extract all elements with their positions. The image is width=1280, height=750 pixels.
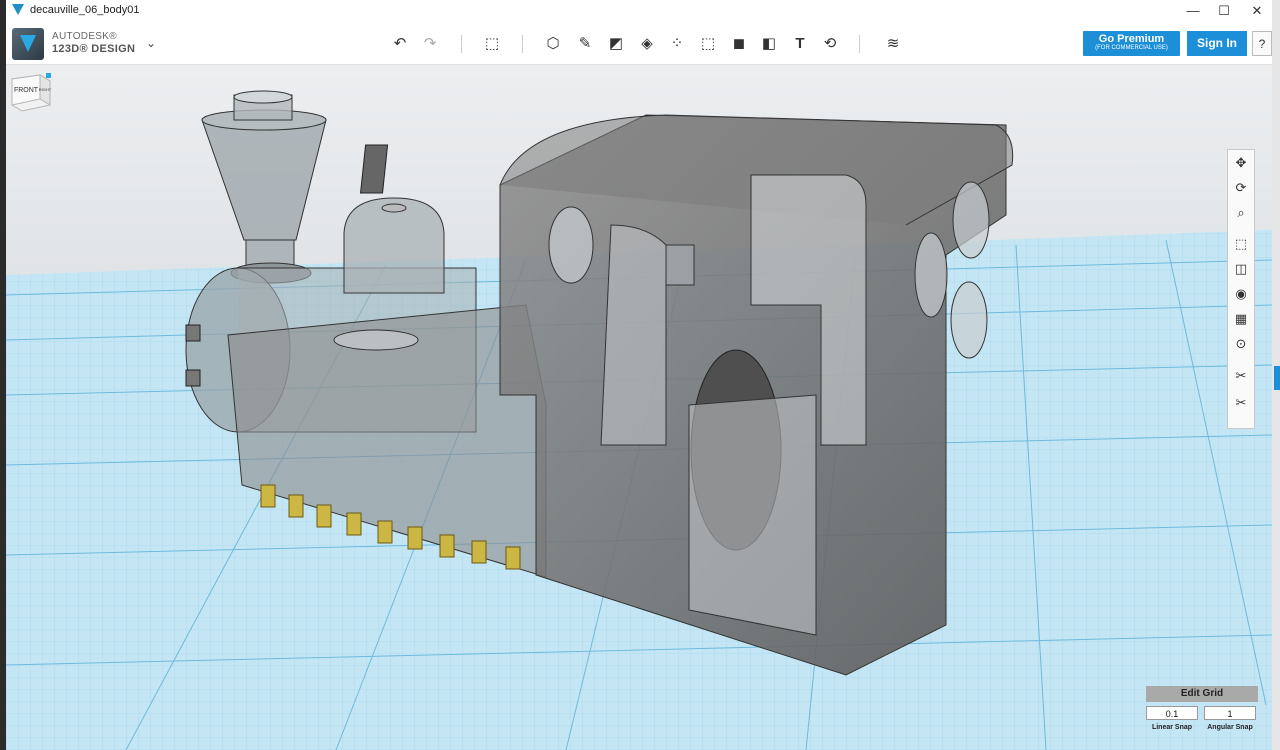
combine-tool-icon[interactable]: ◼ [728, 33, 750, 55]
text-tool-icon[interactable]: T [789, 33, 811, 55]
toolbar-separator [859, 35, 860, 53]
go-premium-button[interactable]: Go Premium (FOR COMMERCIAL USE) [1083, 31, 1180, 56]
help-button[interactable]: ? [1252, 31, 1272, 56]
angular-snap-label: Angular Snap [1207, 724, 1253, 731]
scene-canvas [6, 65, 1272, 750]
edit-grid-button[interactable]: Edit Grid [1146, 686, 1258, 702]
view-cube[interactable]: FRONT RIGHT [6, 65, 54, 113]
pattern-tool-icon[interactable]: ⁘ [666, 33, 688, 55]
toolbar-separator [522, 35, 523, 53]
angular-snap-input[interactable]: 1 [1204, 706, 1256, 720]
toolbar-separator [461, 35, 462, 53]
document-title: decauville_06_body01 [30, 4, 140, 16]
sign-in-button[interactable]: Sign In [1187, 31, 1247, 56]
app-logo[interactable] [12, 28, 44, 60]
undo-button[interactable]: ↶ [389, 33, 411, 55]
measure-tool-icon[interactable]: ◧ [758, 33, 780, 55]
snap-tool-nav-icon[interactable]: ✂ [1230, 365, 1252, 387]
edit-grid-panel: Edit Grid 0.1 1 Linear Snap Angular Snap [1146, 686, 1258, 736]
linear-snap-label: Linear Snap [1151, 724, 1193, 731]
camera-icon[interactable]: ⊙ [1230, 333, 1252, 355]
transform-tool-icon[interactable]: ⬚ [481, 33, 503, 55]
viewcube-front-label: FRONT [14, 87, 39, 94]
linear-snap-input[interactable]: 0.1 [1146, 706, 1198, 720]
sketch-tool-icon[interactable]: ✎ [574, 33, 596, 55]
app-logo-icon [12, 4, 24, 15]
primitives-tool-icon[interactable]: ⬡ [542, 33, 564, 55]
modify-tool-icon[interactable]: ◈ [636, 33, 658, 55]
main-toolbar: AUTODESK® 123D® DESIGN ⌄ ↶ ↷ ⬚ ⬡ ✎ ◩ ◈ ⁘… [6, 22, 1272, 65]
construct-tool-icon[interactable]: ◩ [605, 33, 627, 55]
side-scroll-indicator[interactable] [1274, 366, 1280, 390]
measure-nav-icon[interactable]: ✂ [1230, 392, 1252, 414]
minimize-button[interactable]: — [1178, 2, 1208, 20]
title-bar: decauville_06_body01 — ☐ ✕ [6, 0, 1272, 23]
grouping-tool-icon[interactable]: ⬚ [697, 33, 719, 55]
zoom-icon[interactable]: ⌕ [1230, 202, 1252, 224]
snap-tool-icon[interactable]: ⟲ [819, 33, 841, 55]
maximize-button[interactable]: ☐ [1209, 2, 1239, 20]
redo-button[interactable]: ↷ [419, 33, 441, 55]
app-window: decauville_06_body01 — ☐ ✕ AUTODESK® 123… [6, 0, 1272, 750]
right-window-edge [1272, 0, 1280, 750]
material-tool-icon[interactable]: ≋ [882, 33, 904, 55]
viewcube-corner-marker [46, 73, 51, 78]
views-icon[interactable]: ◫ [1230, 258, 1252, 280]
go-premium-label: Go Premium [1098, 33, 1165, 45]
brand-123d-design: 123D® DESIGN [52, 43, 136, 55]
viewcube-right-label: RIGHT [39, 87, 52, 92]
navigation-bar: ✥ ⟳ ⌕ ⬚ ◫ ◉ ▦ ⊙ ✂ ✂ [1227, 149, 1255, 429]
brand-autodesk: AUTODESK® [52, 31, 117, 42]
fit-view-icon[interactable]: ⬚ [1230, 233, 1252, 255]
pan-icon[interactable]: ✥ [1230, 152, 1252, 174]
visibility-icon[interactable]: ◉ [1230, 283, 1252, 305]
orbit-icon[interactable]: ⟳ [1230, 177, 1252, 199]
materials-view-icon[interactable]: ▦ [1230, 308, 1252, 330]
3d-viewport[interactable]: FRONT RIGHT ✥ ⟳ ⌕ ⬚ ◫ ◉ ▦ ⊙ ✂ ✂ Edit Gri… [6, 65, 1272, 750]
main-menu-chevron-icon[interactable]: ⌄ [146, 36, 156, 50]
go-premium-sublabel: (FOR COMMERCIAL USE) [1095, 45, 1168, 51]
close-button[interactable]: ✕ [1242, 2, 1272, 20]
